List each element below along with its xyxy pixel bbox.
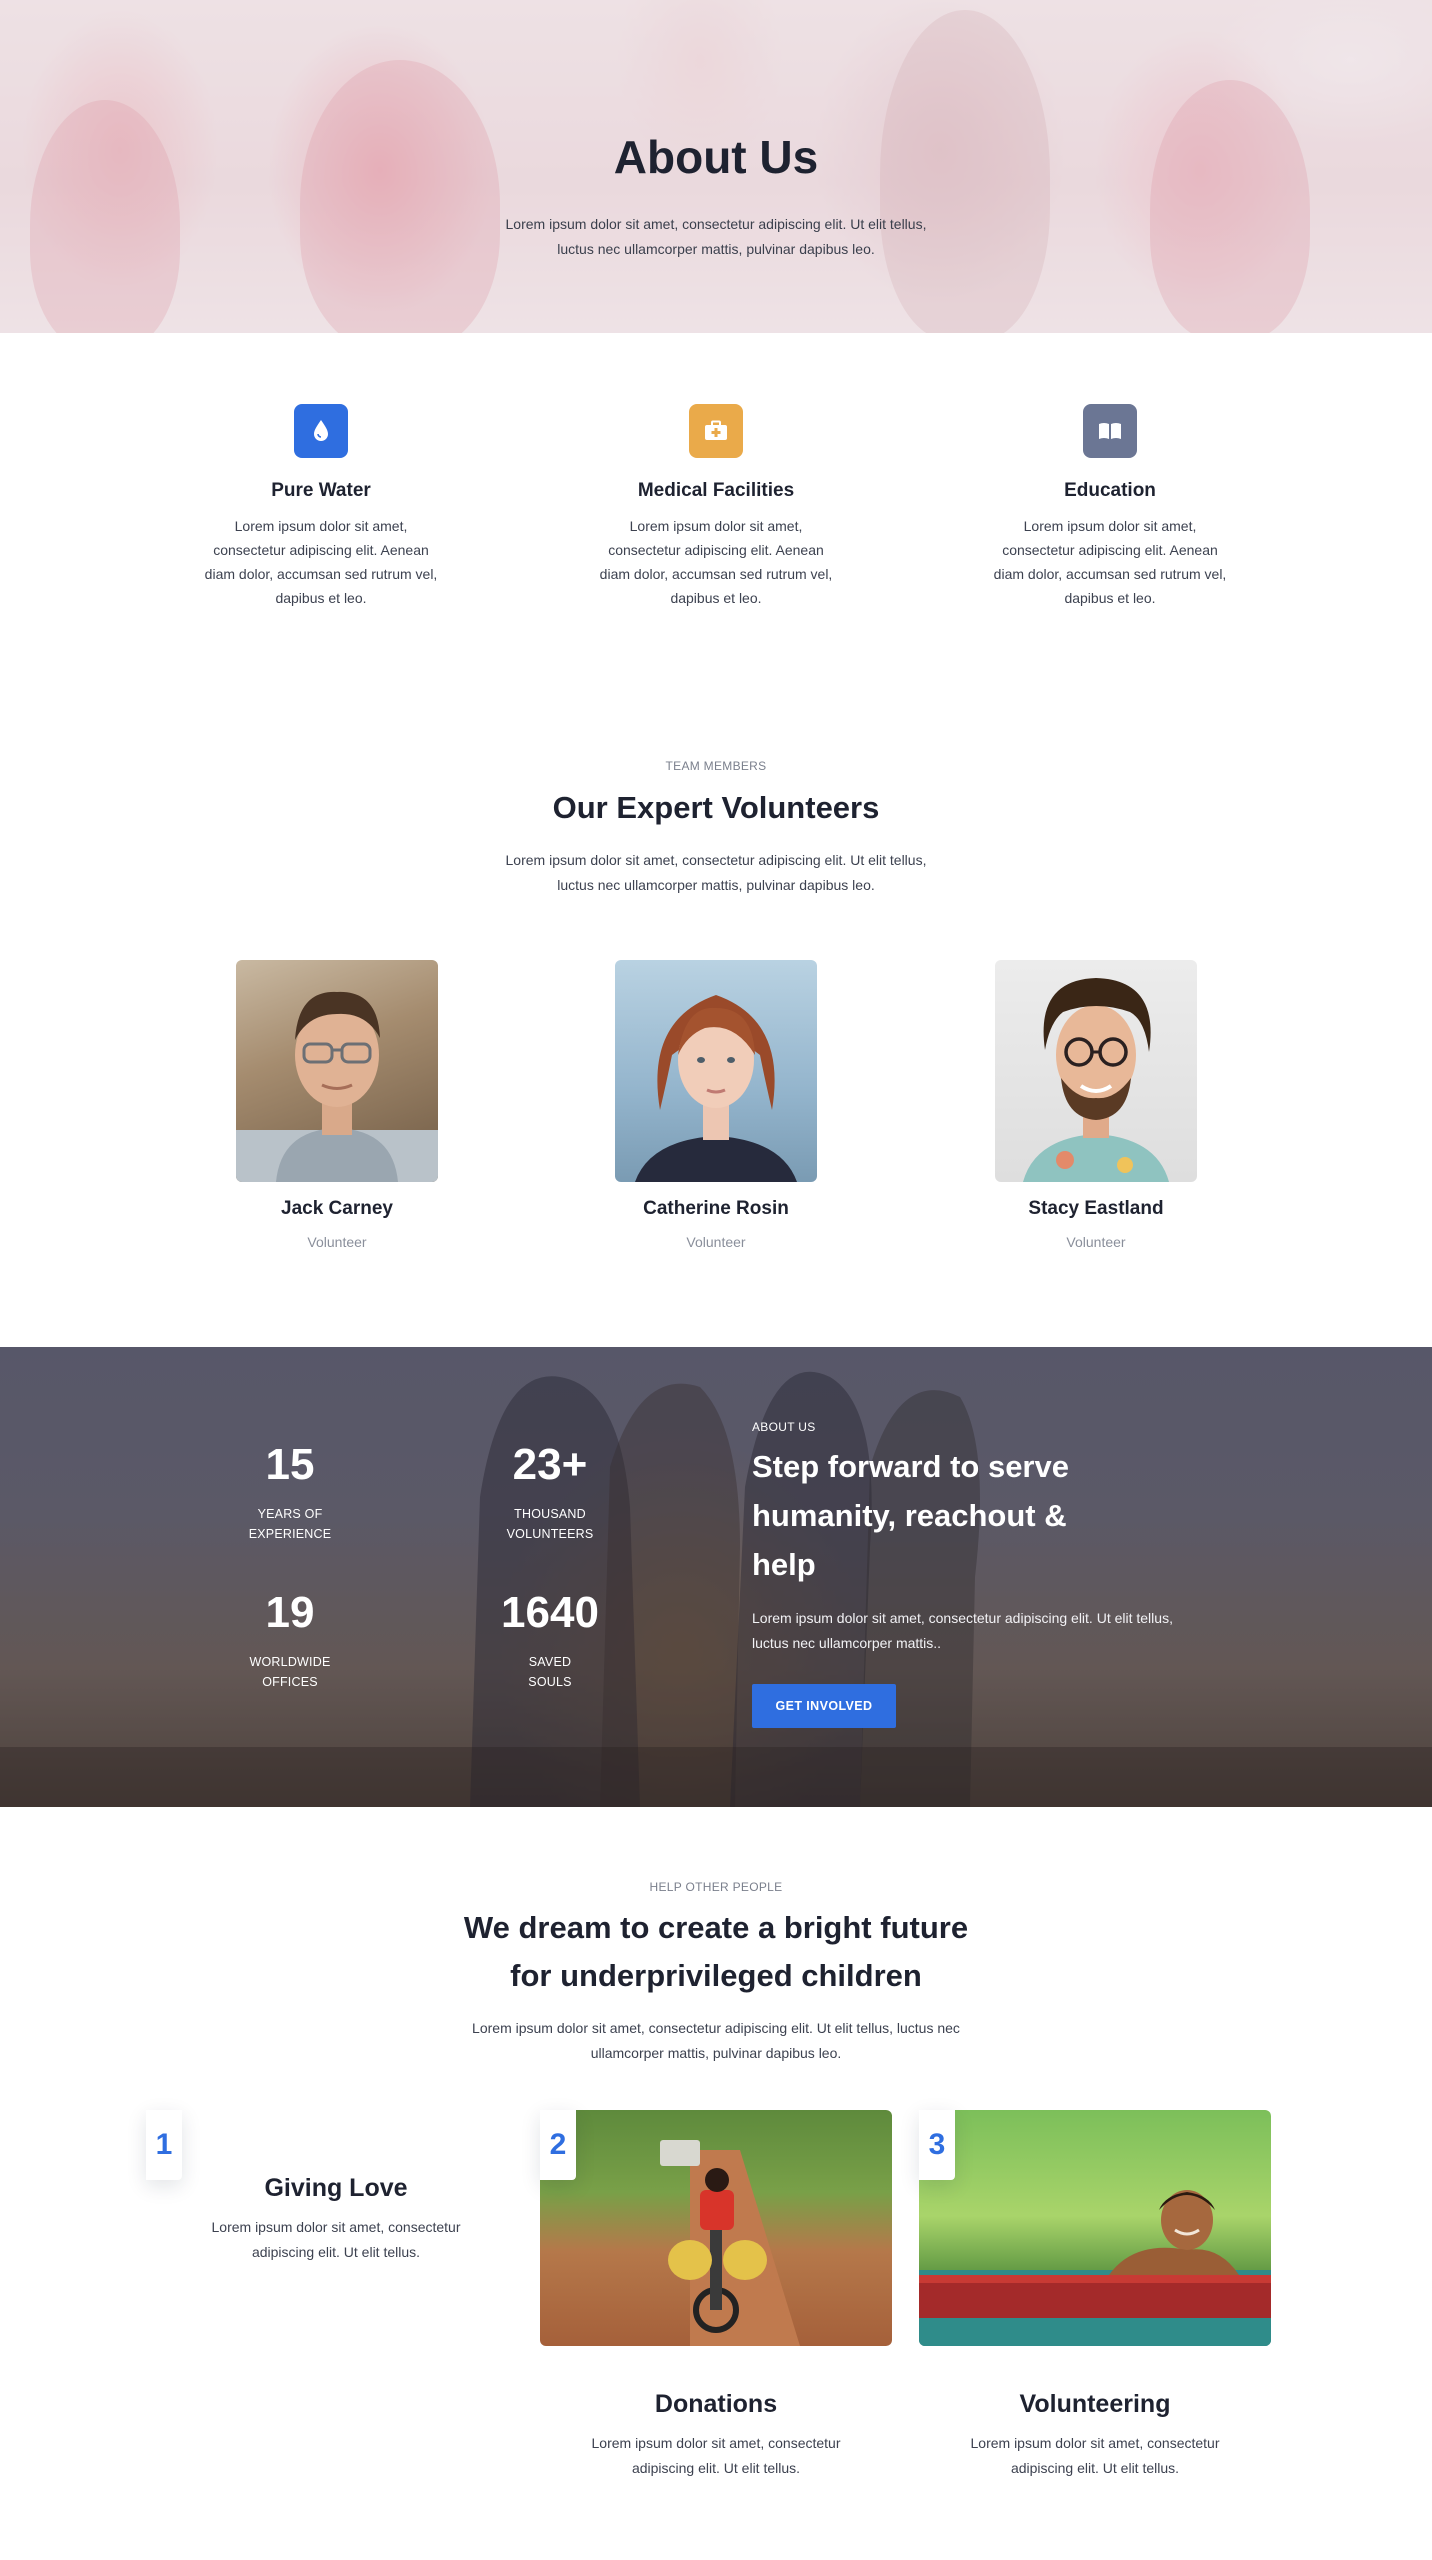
step-giving-love: 1 Giving Love Lorem ipsum dolor sit amet… bbox=[146, 2110, 512, 2265]
band-description: Lorem ipsum dolor sit amet, consectetur … bbox=[752, 1610, 1173, 1651]
team-eyebrow: TEAM MEMBERS bbox=[665, 759, 767, 773]
step-number-badge: 1 bbox=[146, 2110, 182, 2180]
feature-text: Lorem ipsum dolor sit amet, consectetur … bbox=[599, 518, 833, 606]
stat-thousand-volunteers: 23+ THOUSAND VOLUNTEERS bbox=[460, 1440, 640, 1544]
future-eyebrow: HELP OTHER PEOPLE bbox=[649, 1880, 783, 1894]
future-description: Lorem ipsum dolor sit amet, consectetur … bbox=[472, 2020, 960, 2061]
step-title: Volunteering bbox=[1019, 2390, 1171, 2418]
team-title: Our Expert Volunteers bbox=[552, 790, 880, 825]
medical-kit-icon bbox=[689, 404, 743, 458]
step-text: Lorem ipsum dolor sit amet, consectetur … bbox=[970, 2435, 1220, 2476]
step-title: Giving Love bbox=[264, 2174, 408, 2202]
stat-number: 19 bbox=[265, 1588, 315, 1637]
avatar bbox=[236, 960, 438, 1182]
stats-band bbox=[0, 1347, 1432, 1807]
team-member-card: Jack Carney Volunteer bbox=[236, 960, 438, 1250]
stat-worldwide-offices: 19 WORLDWIDE OFFICES bbox=[200, 1588, 380, 1692]
step-image-child-playing bbox=[919, 2110, 1271, 2346]
stat-label: SAVED SOULS bbox=[528, 1655, 572, 1689]
step-volunteering: 3 Volunteering Lorem ipsum dolor sit ame… bbox=[919, 2110, 1271, 2481]
team-description: Lorem ipsum dolor sit amet, consectetur … bbox=[505, 852, 927, 893]
member-name: Catherine Rosin bbox=[643, 1198, 789, 1219]
team-member-card: Catherine Rosin Volunteer bbox=[615, 960, 817, 1250]
band-eyebrow: ABOUT US bbox=[752, 1420, 816, 1434]
stat-number: 23+ bbox=[512, 1440, 588, 1489]
stat-label: WORLDWIDE OFFICES bbox=[249, 1655, 331, 1689]
step-number-badge: 2 bbox=[540, 2110, 576, 2180]
step-number-badge: 3 bbox=[919, 2110, 955, 2180]
feature-text: Lorem ipsum dolor sit amet, consectetur … bbox=[993, 518, 1227, 606]
stat-label: THOUSAND VOLUNTEERS bbox=[506, 1507, 594, 1541]
feature-text: Lorem ipsum dolor sit amet, consectetur … bbox=[204, 518, 438, 606]
feature-title: Medical Facilities bbox=[637, 480, 795, 501]
stat-number: 1640 bbox=[501, 1588, 599, 1637]
step-title: Donations bbox=[654, 2390, 778, 2418]
hero-description: Lorem ipsum dolor sit amet, consectetur … bbox=[505, 216, 927, 257]
feature-education: Education Lorem ipsum dolor sit amet, co… bbox=[980, 404, 1240, 610]
step-image-motorbike-road bbox=[540, 2110, 892, 2346]
stat-years-experience: 15 YEARS OF EXPERIENCE bbox=[200, 1440, 380, 1544]
step-text: Lorem ipsum dolor sit amet, consectetur … bbox=[211, 2219, 461, 2260]
member-role: Volunteer bbox=[307, 1234, 367, 1250]
avatar bbox=[615, 960, 817, 1182]
future-title: We dream to create a bright future for un… bbox=[463, 1910, 969, 1993]
avatar bbox=[995, 960, 1197, 1182]
get-involved-button[interactable]: GET INVOLVED bbox=[752, 1684, 896, 1728]
open-book-icon bbox=[1083, 404, 1137, 458]
member-role: Volunteer bbox=[1066, 1234, 1126, 1250]
member-name: Stacy Eastland bbox=[1028, 1198, 1164, 1219]
feature-title: Education bbox=[1064, 480, 1156, 501]
member-role: Volunteer bbox=[686, 1234, 746, 1250]
feature-title: Pure Water bbox=[271, 480, 371, 501]
step-text: Lorem ipsum dolor sit amet, consectetur … bbox=[591, 2435, 841, 2476]
page-title: About Us bbox=[613, 131, 819, 183]
stat-saved-souls: 1640 SAVED SOULS bbox=[460, 1588, 640, 1692]
band-overlay bbox=[0, 1347, 1432, 1807]
water-drop-icon bbox=[294, 404, 348, 458]
feature-medical-facilities: Medical Facilities Lorem ipsum dolor sit… bbox=[586, 404, 846, 610]
team-member-card: Stacy Eastland Volunteer bbox=[995, 960, 1197, 1250]
feature-pure-water: Pure Water Lorem ipsum dolor sit amet, c… bbox=[191, 404, 451, 610]
stat-number: 15 bbox=[265, 1440, 315, 1489]
member-name: Jack Carney bbox=[281, 1198, 393, 1219]
step-donations: 2 Donations Lorem ipsum dolor sit amet, … bbox=[540, 2110, 892, 2481]
stat-label: YEARS OF EXPERIENCE bbox=[248, 1507, 332, 1541]
band-title: Step forward to serve humanity, reachout… bbox=[752, 1449, 1069, 1582]
